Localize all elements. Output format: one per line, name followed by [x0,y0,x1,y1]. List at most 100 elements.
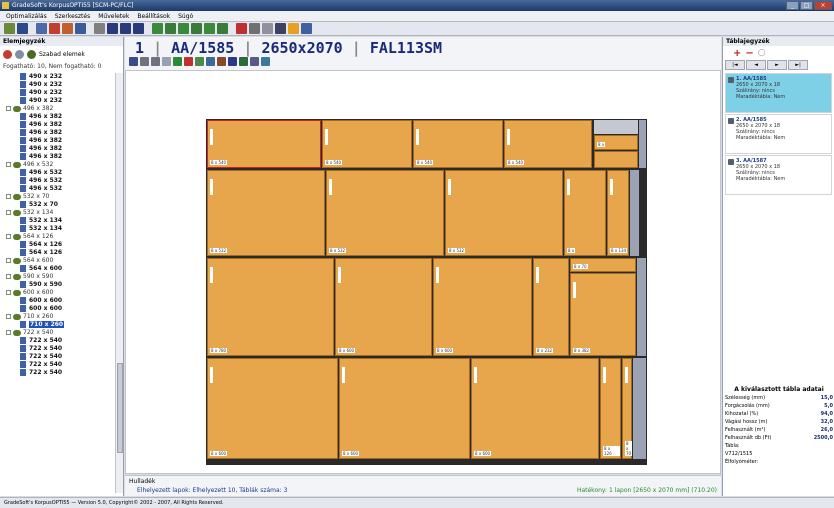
canvas-tool-icon[interactable] [140,57,149,66]
tree-item[interactable]: 496 x 382 [0,137,114,145]
tree-item[interactable]: 710 x 260 [0,321,114,329]
tree-item[interactable]: 490 x 232 [0,73,114,81]
tree-item[interactable]: 490 x 232 [0,81,114,89]
tree-item[interactable]: 490 x 232 [0,89,114,97]
cut-piece[interactable]: 8 x 600 [471,358,599,459]
tree-item[interactable]: 496 x 382 [0,129,114,137]
tree-group[interactable]: 564 x 126 [0,233,114,241]
free-parts-label[interactable]: Szabad elemek [39,51,85,58]
menu-help[interactable]: Súgó [178,11,193,21]
tree-item[interactable]: 490 x 232 [0,97,114,105]
menu-optimize[interactable]: Optimalizálás [6,11,47,21]
tree-item[interactable]: 722 x 540 [0,353,114,361]
canvas-tool-icon[interactable] [239,57,248,66]
tree-group[interactable]: 600 x 600 [0,289,114,297]
canvas-tool-icon[interactable] [195,57,204,66]
cut-piece[interactable]: 8 x 600 [207,358,338,459]
toolbar-tool-icon[interactable] [152,23,163,34]
last-sheet-button[interactable]: ►| [788,60,808,70]
refresh-icon[interactable] [3,49,12,59]
expand-toggle-icon[interactable] [6,274,11,279]
menu-edit[interactable]: Szerkesztés [55,11,91,21]
tree-item[interactable]: 600 x 600 [0,305,114,313]
cut-piece[interactable] [594,151,638,168]
tree-group[interactable]: 722 x 540 [0,329,114,337]
canvas-tool-icon[interactable] [217,57,226,66]
toolbar-tool-icon[interactable] [133,23,144,34]
tree-item[interactable]: 722 x 540 [0,345,114,353]
sheet-card[interactable]: 1. AA/1585 2650 x 2070 x 18 Szálirány: nin… [725,73,832,113]
tree-item[interactable]: 532 x 134 [0,225,114,233]
add-sheet-icon[interactable]: + [733,48,741,59]
first-sheet-button[interactable]: |◄ [725,60,745,70]
toolbar-tool-icon[interactable] [217,23,228,34]
tree-item[interactable]: 496 x 382 [0,145,114,153]
cut-piece[interactable]: 8 x 70 [570,258,636,272]
expand-toggle-icon[interactable] [6,162,11,167]
prev-sheet-button[interactable]: ◄ [746,60,766,70]
settings-icon[interactable]: ○ [758,48,766,58]
toolbar-tool-icon[interactable] [191,23,202,34]
minimize-button[interactable]: _ [786,1,799,10]
expand-toggle-icon[interactable] [6,194,11,199]
canvas-tool-icon[interactable] [228,57,237,66]
toolbar-tool-icon[interactable] [49,23,60,34]
tree-group[interactable]: 590 x 590 [0,273,114,281]
toolbar-tool-icon[interactable] [94,23,105,34]
cut-piece[interactable]: 8 x 540 [322,120,412,168]
expand-toggle-icon[interactable] [6,290,11,295]
canvas-tool-icon[interactable] [184,57,193,66]
canvas-tool-icon[interactable] [129,57,138,66]
expand-toggle-icon[interactable] [6,330,11,335]
tree-group[interactable]: 532 x 70 [0,193,114,201]
canvas-tool-icon[interactable] [162,57,171,66]
cut-piece[interactable]: 8 x 532 [326,170,444,256]
menu-operations[interactable]: Műveletek [98,11,129,21]
tree-item[interactable]: 564 x 126 [0,241,114,249]
cut-piece[interactable]: 8 x [594,135,638,150]
close-button[interactable]: × [814,1,832,10]
cut-piece[interactable]: 8 x 232 [533,258,569,356]
toolbar-tool-icon[interactable] [178,23,189,34]
cut-piece[interactable]: 8 x 134 [607,170,629,256]
tree-item[interactable]: 496 x 382 [0,121,114,129]
tree-item[interactable]: 722 x 540 [0,337,114,345]
tree-item[interactable]: 532 x 134 [0,217,114,225]
toolbar-tool-icon[interactable] [301,23,312,34]
cut-piece[interactable]: 8 x 540 [504,120,592,168]
toolbar-tool-icon[interactable] [107,23,118,34]
canvas-tool-icon[interactable] [173,57,182,66]
tree-item[interactable]: 496 x 382 [0,153,114,161]
toolbar-tool-icon[interactable] [4,23,15,34]
canvas-tool-icon[interactable] [151,57,160,66]
tree-group[interactable]: 496 x 382 [0,105,114,113]
cut-piece[interactable]: 8 x 126 [600,358,621,459]
board-sheet[interactable]: 8 x 540 8 x 540 8 x 540 8 x 540 8 x 8 x 532 8 … [206,119,647,465]
sheet-card[interactable]: 3. AA/1587 2650 x 2070 x 18 Szálirány: nin… [725,155,832,195]
tree-item[interactable]: 590 x 590 [0,281,114,289]
toolbar-tool-icon[interactable] [275,23,286,34]
tree-item[interactable]: 722 x 540 [0,369,114,377]
toolbar-tool-icon[interactable] [62,23,73,34]
expand-toggle-icon[interactable] [6,210,11,215]
cut-piece[interactable]: 8 x 600 [335,258,432,356]
back-icon[interactable] [15,49,24,59]
tree-group[interactable]: 532 x 134 [0,209,114,217]
tree-item[interactable]: 496 x 532 [0,169,114,177]
tree-item[interactable]: 496 x 382 [0,113,114,121]
cut-piece[interactable]: 8 x 70 [622,358,633,459]
toolbar-tool-icon[interactable] [165,23,176,34]
cut-piece[interactable]: 8 x [564,170,606,256]
free-parts-icon[interactable] [27,49,36,59]
cutting-layout-canvas[interactable]: 8 x 540 8 x 540 8 x 540 8 x 540 8 x 8 x 532 8 … [125,70,721,474]
toolbar-tool-icon[interactable] [204,23,215,34]
tree-item[interactable]: 564 x 126 [0,249,114,257]
tree-item[interactable]: 600 x 600 [0,297,114,305]
toolbar-tool-icon[interactable] [17,23,28,34]
menu-settings[interactable]: Beállítások [137,11,170,21]
cut-piece[interactable]: 8 x 600 [339,358,470,459]
toolbar-tool-icon[interactable] [120,23,131,34]
tree-item[interactable]: 496 x 532 [0,185,114,193]
toolbar-tool-icon[interactable] [36,23,47,34]
toolbar-tool-icon[interactable] [249,23,260,34]
